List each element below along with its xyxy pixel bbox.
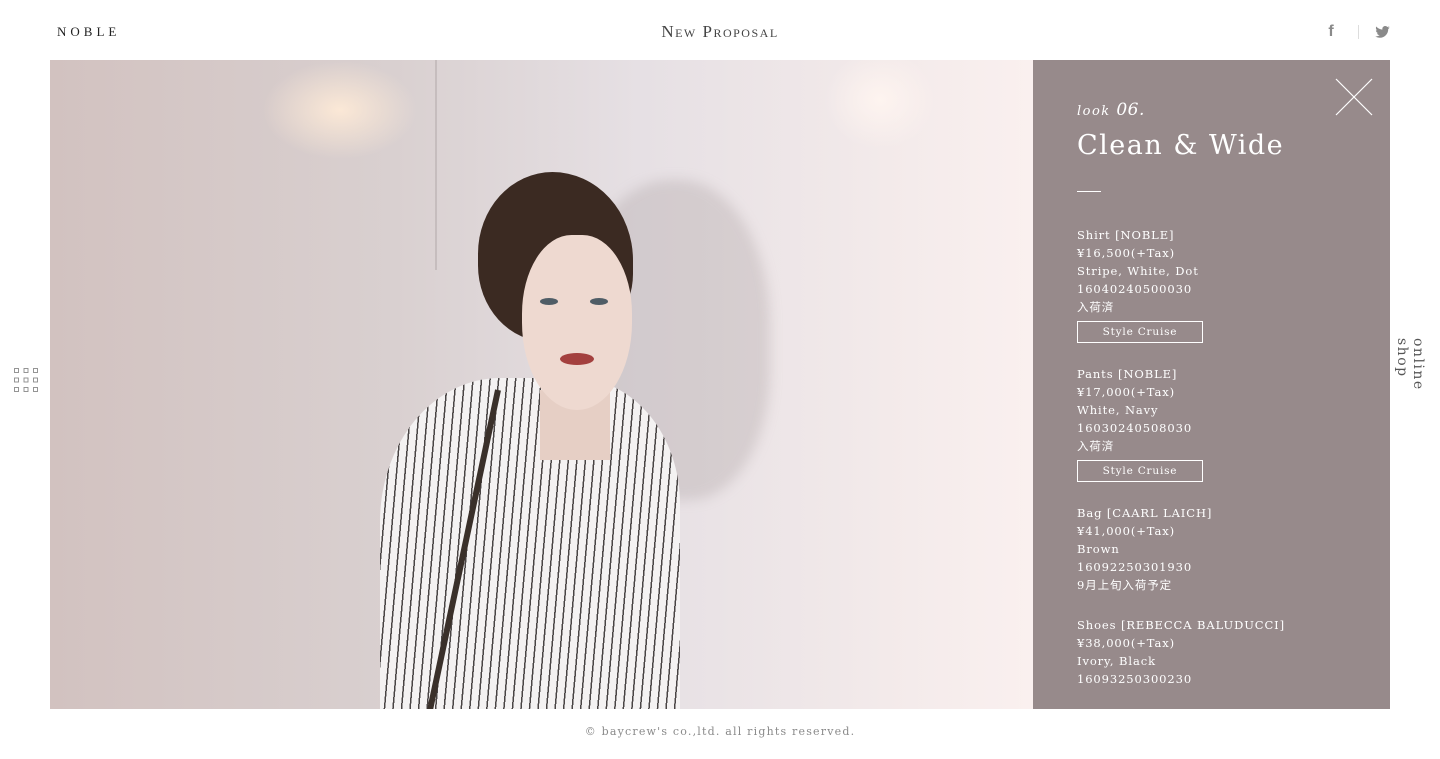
item-code: 16030240508030 xyxy=(1077,421,1193,435)
look-detail-panel: look 06. Clean & Wide Shirt [NOBLE] ¥16,… xyxy=(1033,60,1390,709)
item-list: Shirt [NOBLE] ¥16,500(+Tax) Stripe, Whit… xyxy=(1077,226,1367,709)
title-divider xyxy=(1077,191,1101,192)
list-item: Shoes [REBECCA BALUDUCCI] ¥38,000(+Tax) … xyxy=(1077,616,1367,688)
header: NOBLE New Proposal f xyxy=(0,0,1440,60)
item-status: 9月上旬入荷予定 xyxy=(1077,578,1173,592)
page-title: New Proposal xyxy=(661,22,779,41)
look-label: look 06. xyxy=(1077,100,1145,120)
style-cruise-button[interactable]: Style Cruise xyxy=(1077,460,1203,482)
item-name: Shoes [REBECCA BALUDUCCI] xyxy=(1077,618,1286,632)
style-cruise-button[interactable]: Style Cruise xyxy=(1077,321,1203,343)
item-name: Pants [NOBLE] xyxy=(1077,367,1178,381)
online-shop-link[interactable]: online shop xyxy=(1394,338,1426,424)
look-label-text: look xyxy=(1077,104,1111,119)
model-eye-right xyxy=(590,298,608,305)
wall-line xyxy=(435,60,437,270)
social-divider xyxy=(1358,25,1359,39)
item-code: 16040240500030 xyxy=(1077,282,1193,296)
item-code: 16093250300230 xyxy=(1077,672,1193,686)
model-lips xyxy=(560,353,594,365)
twitter-icon[interactable] xyxy=(1375,26,1390,38)
look-title: Clean & Wide xyxy=(1077,130,1285,161)
item-name: Bag [CAARL LAICH] xyxy=(1077,506,1213,520)
striped-shirt xyxy=(380,378,680,709)
copyright: © baycrew's co.,ltd. all rights reserved… xyxy=(584,725,856,738)
item-code: 16092250301930 xyxy=(1077,560,1193,574)
model-face xyxy=(522,235,632,410)
item-status: 入荷済 xyxy=(1077,300,1115,314)
list-item: Shirt [NOBLE] ¥16,500(+Tax) Stripe, Whit… xyxy=(1077,226,1367,343)
model-eye-left xyxy=(540,298,558,305)
item-colors: Brown xyxy=(1077,542,1120,556)
close-icon[interactable] xyxy=(1335,78,1373,116)
item-name: Shirt [NOBLE] xyxy=(1077,228,1175,242)
item-price: ¥38,000(+Tax) xyxy=(1077,636,1175,650)
item-colors: White, Navy xyxy=(1077,403,1159,417)
list-item: Bag [CAARL LAICH] ¥41,000(+Tax) Brown 16… xyxy=(1077,504,1367,594)
look-photo xyxy=(50,60,1033,709)
item-price: ¥16,500(+Tax) xyxy=(1077,246,1175,260)
grid-icon[interactable] xyxy=(14,368,38,392)
item-colors: Ivory, Black xyxy=(1077,654,1156,668)
item-price: ¥17,000(+Tax) xyxy=(1077,385,1175,399)
facebook-icon[interactable]: f xyxy=(1324,23,1338,41)
item-status: 入荷済 xyxy=(1077,439,1115,453)
item-colors: Stripe, White, Dot xyxy=(1077,264,1199,278)
social-links: f xyxy=(1324,23,1390,41)
list-item: Pants [NOBLE] ¥17,000(+Tax) White, Navy … xyxy=(1077,365,1367,482)
item-price: ¥41,000(+Tax) xyxy=(1077,524,1175,538)
look-number: 06. xyxy=(1116,100,1145,120)
